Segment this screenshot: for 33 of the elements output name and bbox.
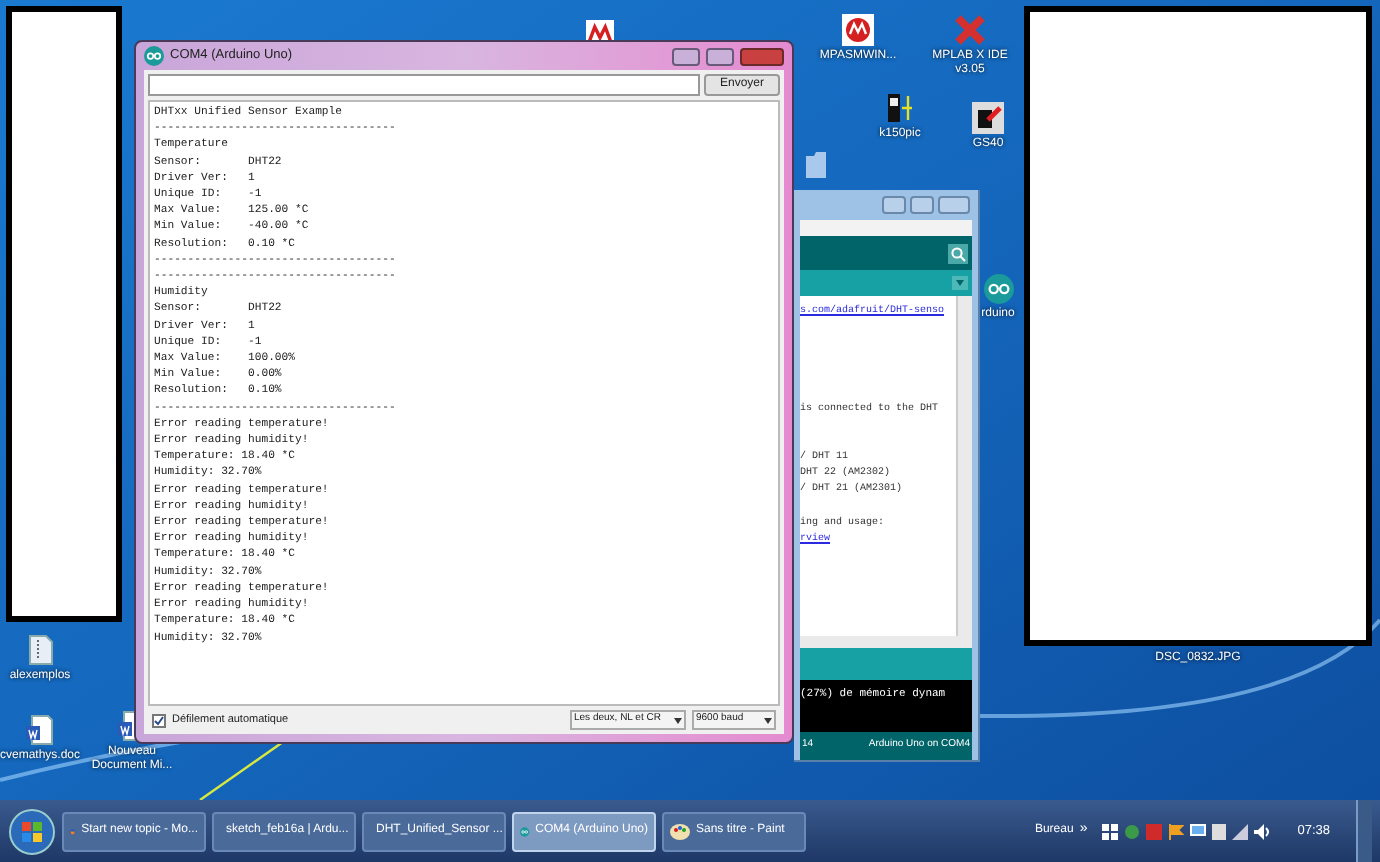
close-button[interactable]	[740, 47, 784, 65]
search-icon[interactable]	[948, 243, 968, 263]
logo-icon	[954, 14, 986, 46]
minimize-button[interactable]	[672, 47, 700, 65]
dropdown-icon[interactable]	[952, 276, 968, 290]
logo-icon	[842, 14, 874, 46]
scrollbar[interactable]	[956, 296, 972, 636]
file-icon	[27, 634, 53, 666]
signal-icon[interactable]	[1231, 823, 1248, 839]
folder-icon[interactable]	[804, 150, 828, 180]
start-button[interactable]	[8, 807, 56, 855]
programmer-icon	[884, 92, 916, 124]
document-icon	[26, 714, 54, 746]
close-button[interactable]	[938, 196, 970, 214]
maximize-button[interactable]	[910, 196, 934, 214]
maximize-button[interactable]	[706, 47, 734, 65]
caret-icon	[764, 717, 772, 723]
windows-icon[interactable]	[1101, 823, 1118, 839]
pin-icon	[972, 102, 1004, 134]
arduino-icon	[144, 46, 164, 66]
speaker-icon[interactable]	[1253, 823, 1272, 839]
flag-icon[interactable]	[1167, 823, 1184, 839]
send-input-field[interactable]	[148, 74, 700, 96]
autoscroll-checkbox[interactable]	[152, 713, 166, 727]
scrollbar[interactable]	[800, 636, 972, 648]
palette-icon	[670, 821, 690, 841]
arduino-icon	[983, 274, 1013, 304]
checkmark-icon	[154, 715, 164, 725]
arduino-icon	[520, 821, 530, 841]
caret-icon	[674, 717, 682, 723]
show-desktop-button[interactable]	[1356, 800, 1372, 862]
monitor-icon[interactable]	[1189, 823, 1206, 839]
minimize-button[interactable]	[882, 196, 906, 214]
